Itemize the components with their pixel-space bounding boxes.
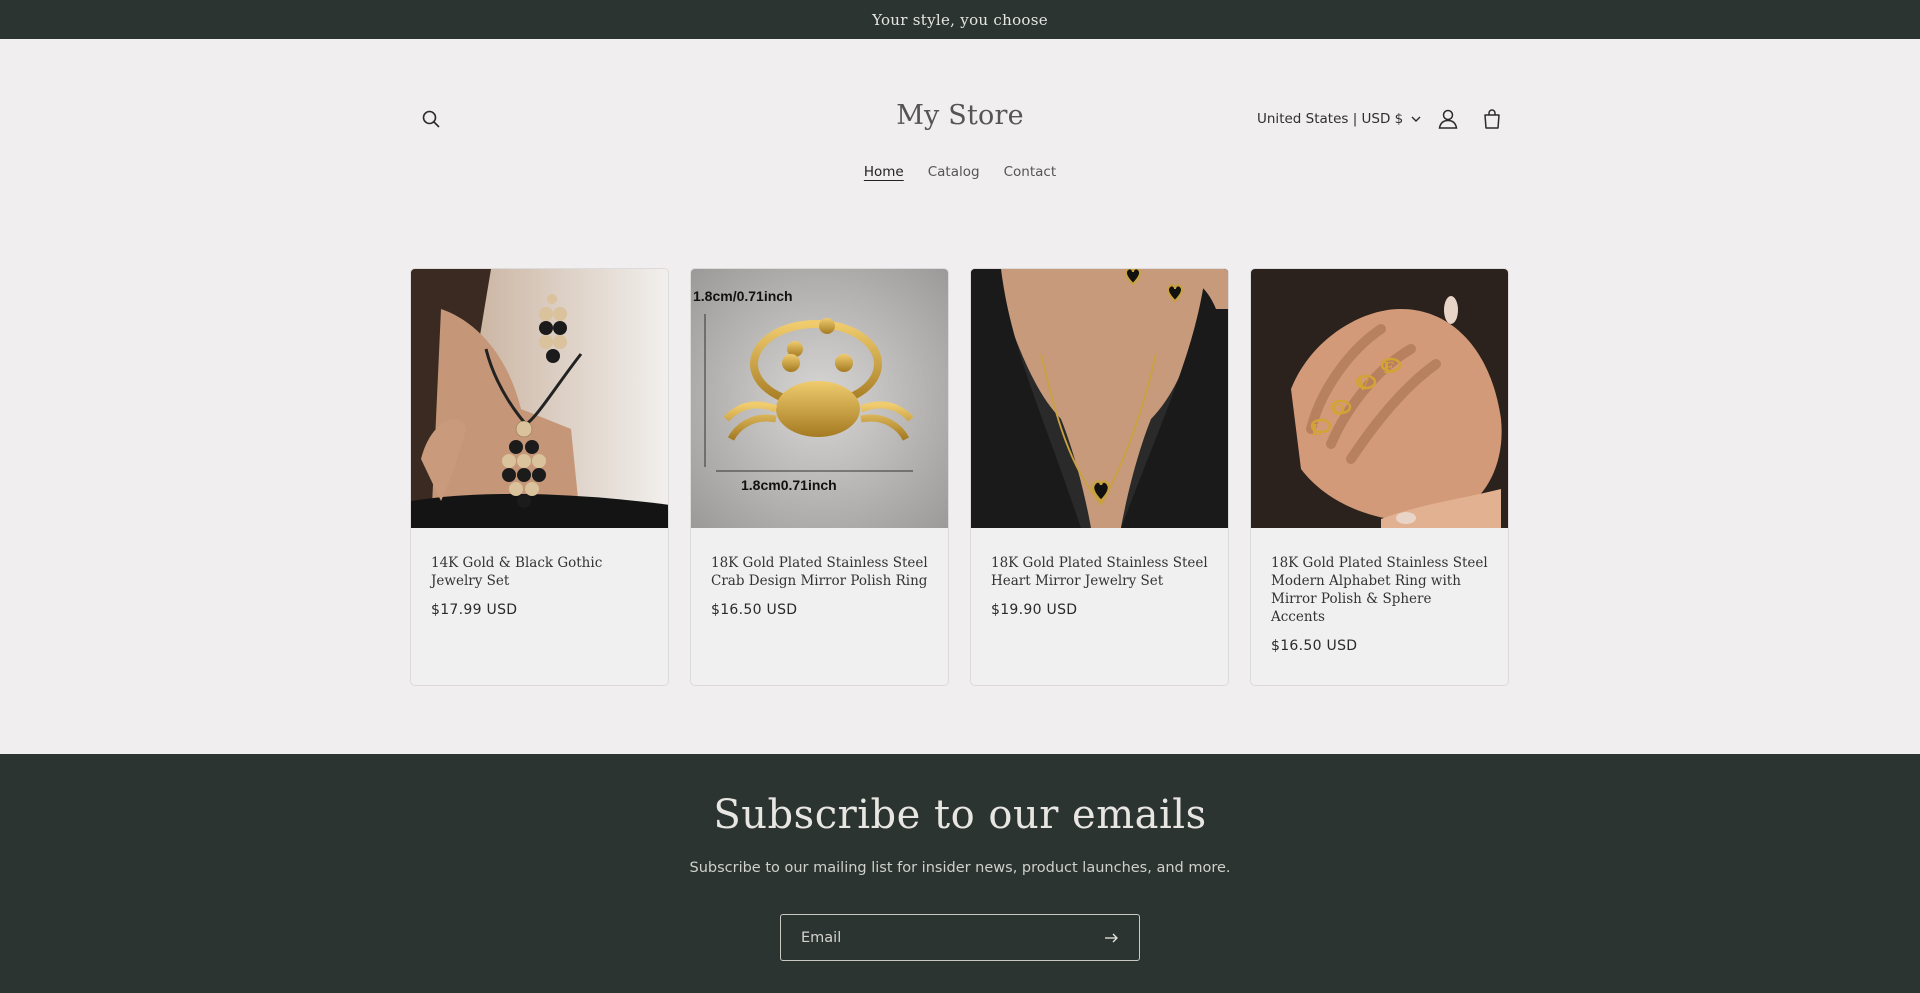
product-card[interactable]: L O V E 18K Gold Plated Stainless Steel … [1250,268,1509,686]
nav-contact[interactable]: Contact [1004,164,1057,180]
svg-text:L: L [1311,421,1322,439]
announcement-text: Your style, you choose [872,10,1048,29]
product-card[interactable]: 14K Gold & Black Gothic Jewelry Set $17.… [410,268,669,686]
announcement-bar: Your style, you choose [0,0,1920,39]
image-dimension-label: 1.8cm0.71inch [741,477,837,493]
product-price: $16.50 USD [711,602,798,618]
newsletter-section: Subscribe to our emails Subscribe to our… [0,754,1920,993]
main-nav: Home Catalog Contact [0,164,1920,180]
product-price: $16.50 USD [1271,638,1358,654]
product-title[interactable]: 18K Gold Plated Stainless Steel Heart Mi… [991,554,1208,590]
country-currency-selector[interactable]: United States | USD $ [1257,111,1421,127]
product-card[interactable]: 18K Gold Plated Stainless Steel Heart Mi… [970,268,1229,686]
newsletter-heading: Subscribe to our emails [713,792,1207,838]
chevron-down-icon [1411,116,1421,122]
product-image[interactable] [411,269,668,528]
product-price: $19.90 USD [991,602,1078,618]
image-dimension-label: 1.8cm/0.71inch [693,288,793,304]
svg-text:O: O [1332,401,1345,419]
currency-label: United States | USD $ [1257,111,1404,127]
cart-icon [1484,109,1500,129]
product-price: $17.99 USD [431,602,518,618]
user-icon [1438,109,1458,129]
svg-text:E: E [1383,359,1394,377]
email-input[interactable] [801,929,1105,946]
product-image[interactable] [971,269,1228,528]
product-title[interactable]: 18K Gold Plated Stainless Steel Modern A… [1271,554,1488,626]
email-form [780,914,1140,961]
arrow-right-icon [1105,933,1118,942]
cart-button[interactable] [1476,103,1508,135]
product-grid: 14K Gold & Black Gothic Jewelry Set $17.… [410,268,1509,686]
newsletter-description: Subscribe to our mailing list for inside… [689,860,1231,876]
product-image[interactable]: 1.8cm/0.71inch 1.8cm0.71inch [691,269,948,528]
product-title[interactable]: 14K Gold & Black Gothic Jewelry Set [431,554,648,590]
nav-home[interactable]: Home [864,164,904,180]
nav-catalog[interactable]: Catalog [928,164,980,180]
site-header: My Store United States | USD $ Home Cata… [0,39,1920,180]
subscribe-button[interactable] [1105,933,1119,943]
product-image[interactable]: L O V E [1251,269,1508,528]
store-logo[interactable]: My Store [0,100,1920,131]
account-button[interactable] [1432,103,1464,135]
svg-text:V: V [1356,376,1369,394]
product-card[interactable]: 1.8cm/0.71inch 1.8cm0.71inch 18K Gold Pl… [690,268,949,686]
product-title[interactable]: 18K Gold Plated Stainless Steel Crab Des… [711,554,928,590]
